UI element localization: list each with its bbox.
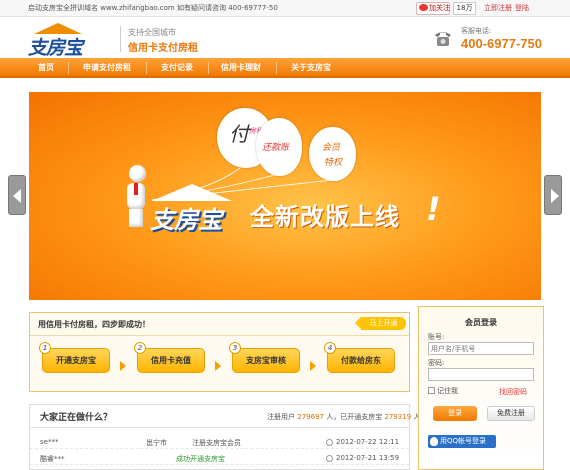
nav-item-apply[interactable]: 申请支付房租 — [74, 58, 140, 78]
nav-separator — [68, 62, 69, 74]
login-panel: 会员登录 账号: 密码: 记住我 找回密码 登录 免费注册 用QQ帐号登录 — [418, 306, 544, 470]
banner-headline: 全新改版上线 — [250, 203, 400, 231]
password-label: 密码: — [428, 359, 445, 367]
account-input[interactable] — [428, 342, 534, 355]
main-nav: 首页 申请支付房租 支付记录 信用卡理财 关于支房宝 — [0, 58, 570, 78]
login-button[interactable]: 登录 — [433, 406, 477, 421]
login-title: 会员登录 — [465, 318, 497, 327]
start-now-button[interactable]: 马上开通 — [355, 317, 406, 330]
step-number: 1 — [39, 342, 51, 354]
password-input[interactable] — [428, 368, 534, 381]
nav-separator — [276, 62, 277, 74]
remember-label: 记住我 — [437, 387, 458, 395]
step-label: 开通支房宝 — [56, 356, 96, 365]
clock-icon — [326, 439, 333, 446]
nav-separator — [208, 62, 209, 74]
activity-row: 酷睿*** 成功开通支房宝 2012-07-21 13:59 — [30, 451, 409, 465]
phone-number: 400-6977-750 — [461, 36, 542, 51]
step-label: 支房宝审核 — [246, 356, 286, 365]
nav-item-home[interactable]: 首页 — [28, 58, 64, 78]
qq-login-button[interactable]: 用QQ帐号登录 — [428, 435, 496, 448]
qq-icon — [430, 437, 438, 446]
weibo-icon — [419, 4, 428, 11]
banner-next-button[interactable] — [544, 175, 562, 215]
phone-icon — [435, 32, 451, 46]
header-divider — [120, 26, 121, 52]
slogan-line2: 信用卡支付房租 — [128, 43, 198, 54]
banner-logo: 支房宝 — [148, 184, 248, 234]
activity-panel: 大家正在做什么？ 注册用户 279697 人，已开通支房宝 279319 人 s… — [29, 404, 420, 470]
weibo-follow-button[interactable]: 加关注 — [416, 2, 450, 15]
chevron-right-icon — [120, 361, 126, 371]
phone-label: 客服电话: — [461, 27, 492, 35]
activated-count: 279319 — [384, 413, 412, 421]
step-4[interactable]: 4 付款给房东 — [324, 342, 395, 373]
remember-me-checkbox[interactable]: 记住我 — [428, 386, 458, 396]
step-label: 信用卡充值 — [151, 356, 191, 365]
stats-prefix: 注册用户 — [267, 413, 295, 421]
activity-action: 成功开通支房宝 — [176, 455, 225, 463]
activity-city: 邕宁市 — [146, 439, 167, 447]
weibo-follow-label: 加关注 — [429, 4, 450, 12]
nav-item-about[interactable]: 关于支房宝 — [282, 58, 340, 78]
step-label: 付款给房东 — [341, 356, 381, 365]
slogan-line1: 支持全国城市 — [128, 28, 176, 37]
stats-mid: 人，已开通支房宝 — [326, 413, 383, 421]
activity-user: se*** — [40, 438, 59, 446]
balloon-rent-big: 付 — [229, 122, 249, 146]
checkbox-icon — [428, 387, 435, 394]
activity-time: 2012-07-21 13:59 — [336, 454, 400, 462]
forgot-password-link[interactable]: 找回密码 — [499, 387, 527, 397]
activity-time: 2012-07-22 12:11 — [336, 438, 400, 446]
banner-exclaim: ! — [426, 190, 441, 228]
steps-title: 用信用卡付房租，四步即成功！ — [38, 320, 150, 329]
logo-text: 支房宝 — [28, 37, 83, 59]
balloon-member-line1: 会员 — [322, 143, 341, 153]
step-number: 4 — [324, 342, 336, 354]
top-links: 立即注册 登陆 — [484, 3, 532, 13]
arrow-left-icon — [13, 189, 21, 203]
balloon-repay: 还款账 — [256, 118, 302, 176]
mascot-figure — [121, 165, 151, 229]
activity-divider — [30, 427, 409, 428]
nav-item-records[interactable]: 支付记录 — [152, 58, 202, 78]
top-bar: 启动支房宝全拼训域名 www.zhifangbao.com 如有疑问请咨询 40… — [0, 0, 570, 17]
steps-divider — [30, 335, 409, 336]
steps-panel: 用信用卡付房租，四步即成功！ 马上开通 1 开通支房宝 2 信用卡充值 3 支房宝审核… — [29, 312, 410, 392]
step-2[interactable]: 2 信用卡充值 — [134, 342, 205, 373]
top-login-link[interactable]: 登陆 — [515, 4, 529, 12]
account-label: 账号: — [428, 333, 445, 341]
header: 支房宝 支持全国城市 信用卡支付房租 客服电话: 400-6977-750 — [0, 17, 570, 59]
chevron-right-icon — [310, 361, 316, 371]
balloon-member-line2: 特权 — [324, 158, 343, 168]
activity-action: 注册支房宝会员 — [192, 439, 241, 447]
nav-separator — [146, 62, 147, 74]
register-button[interactable]: 免费注册 — [487, 406, 535, 421]
banner-roof-icon — [152, 184, 232, 201]
banner-logo-text: 支房宝 — [150, 205, 222, 234]
clock-icon — [326, 455, 333, 462]
balloon-repay-text: 还款账 — [262, 143, 290, 153]
activity-user: 酷睿*** — [40, 455, 65, 463]
top-register-link[interactable]: 立即注册 — [484, 4, 512, 12]
nav-item-finance[interactable]: 信用卡理财 — [214, 58, 268, 78]
step-1[interactable]: 1 开通支房宝 — [39, 342, 110, 373]
banner-prev-button[interactable] — [8, 175, 26, 215]
balloon-member: 会员 特权 — [309, 127, 356, 181]
registered-count: 279697 — [297, 413, 324, 421]
arrow-right-icon — [551, 189, 559, 203]
step-number: 2 — [134, 342, 146, 354]
fans-count: 18万 — [453, 2, 476, 15]
step-3[interactable]: 3 支房宝审核 — [229, 342, 300, 373]
step-number: 3 — [229, 342, 241, 354]
activity-row: se*** 邕宁市 注册支房宝会员 2012-07-22 12:11 — [30, 435, 409, 449]
activity-stats: 注册用户 279697 人，已开通支房宝 279319 人 — [267, 412, 420, 422]
chevron-right-icon — [215, 361, 221, 371]
top-tagline: 启动支房宝全拼训域名 www.zhifangbao.com 如有疑问请咨询 40… — [28, 4, 278, 12]
site-logo[interactable]: 支房宝 — [24, 23, 114, 59]
qq-login-label: 用QQ帐号登录 — [440, 437, 487, 445]
activity-title: 大家正在做什么？ — [40, 413, 113, 423]
